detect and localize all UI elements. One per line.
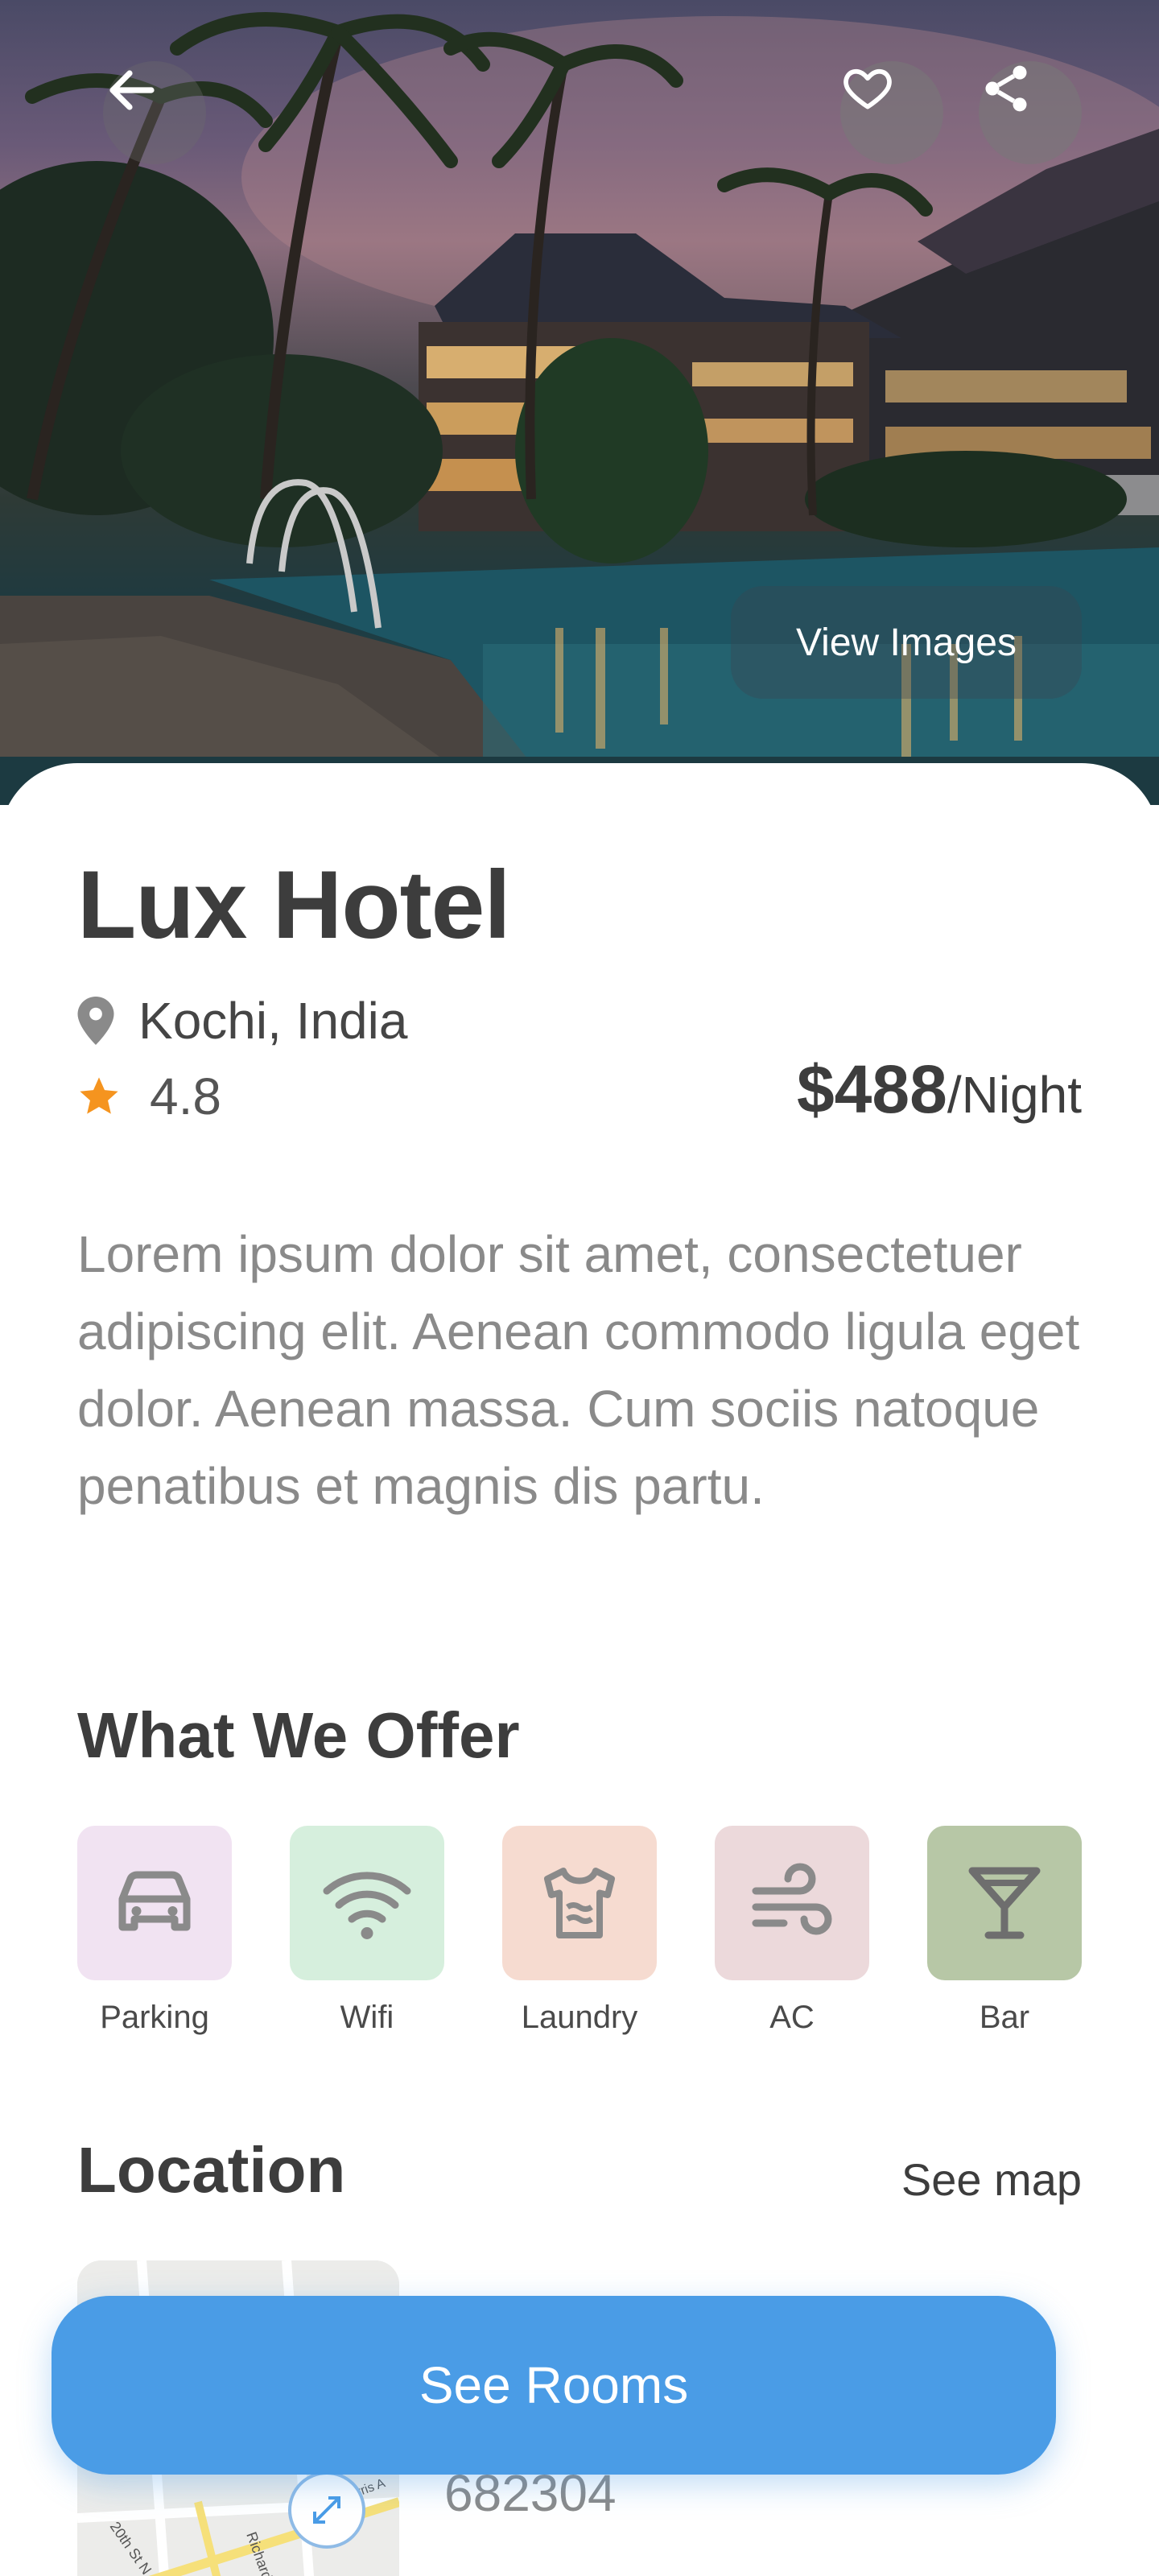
amenity-tile [502,1826,657,1980]
offers-title: What We Offer [77,1699,520,1771]
amenity-tile [715,1826,869,1980]
amenity-tile [290,1826,444,1980]
amenity-tile [927,1826,1082,1980]
hotel-description: Lorem ipsum dolor sit amet, consectetuer… [77,1225,1080,1515]
laundry-icon [544,1868,615,1938]
see-rooms-button[interactable]: See Rooms [52,2296,1056,2475]
amenity-label: Bar [979,2000,1030,2035]
amenity-wifi[interactable]: Wifi [290,1826,444,2036]
hotel-location: Kochi, India [77,987,407,1055]
rating-value: 4.8 [150,1067,221,1125]
cocktail-icon [968,1867,1041,1939]
amenity-laundry[interactable]: Laundry [502,1826,657,2036]
star-icon [80,1077,118,1114]
share-icon [985,65,1027,112]
amenity-label: Wifi [340,2000,394,2035]
wind-icon [752,1863,832,1935]
back-button[interactable] [103,61,206,164]
arrow-left-icon [109,70,155,110]
hotel-detail-page: View Images Lux Hotel Kochi, India 4.8 $… [0,0,1159,2576]
location-section-title: Location [77,2134,346,2206]
price: $488 /Night [797,1051,1082,1139]
see-map-link[interactable]: See map [901,2153,1082,2206]
price-unit: /Night [947,1066,1082,1124]
amenity-ac[interactable]: AC [715,1826,869,2036]
car-icon [118,1871,191,1931]
price-amount: $488 [796,1051,947,1127]
location-pin-icon [77,997,114,1045]
favorite-button[interactable] [840,61,943,164]
location-text: Kochi, India [138,992,408,1050]
wifi-icon [323,1872,411,1939]
hotel-hero-image[interactable]: View Images [0,0,1159,805]
amenity-bar[interactable]: Bar [927,1826,1082,2036]
share-button[interactable] [979,61,1082,164]
amenity-parking[interactable]: Parking [77,1826,232,2036]
amenity-label: Laundry [521,2000,638,2035]
hotel-rating: 4.8 [77,1063,221,1130]
amenity-label: AC [769,2000,815,2035]
amenity-tile [77,1826,232,1980]
amenity-label: Parking [100,2000,209,2035]
hotel-name: Lux Hotel [77,851,511,959]
heart-icon [843,68,892,109]
view-images-button[interactable]: View Images [731,586,1082,699]
